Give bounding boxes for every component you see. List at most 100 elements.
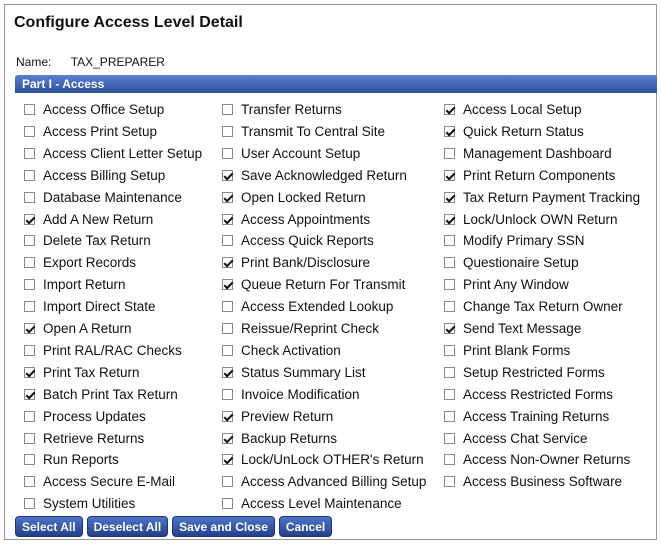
permission-checkbox[interactable] [24, 475, 35, 487]
permission-checkbox[interactable] [444, 125, 455, 137]
permission-checkbox[interactable] [24, 103, 35, 115]
permission-checkbox[interactable] [222, 322, 233, 334]
permission-item[interactable]: Print Any Window [444, 274, 569, 294]
permission-item[interactable]: Access Chat Service [444, 428, 588, 448]
permission-item[interactable]: Check Activation [222, 340, 341, 360]
permission-checkbox[interactable] [222, 147, 233, 159]
permission-item[interactable]: Access Secure E-Mail [24, 471, 175, 491]
permission-checkbox[interactable] [24, 234, 35, 246]
permission-item[interactable]: Print RAL/RAC Checks [24, 340, 182, 360]
permission-item[interactable]: Queue Return For Transmit [222, 274, 405, 294]
permission-checkbox[interactable] [444, 234, 455, 246]
permission-item[interactable]: Save Acknowledged Return [222, 165, 407, 185]
permission-checkbox[interactable] [24, 322, 35, 334]
permission-checkbox[interactable] [24, 300, 35, 312]
permission-checkbox[interactable] [222, 388, 233, 400]
permission-checkbox[interactable] [444, 475, 455, 487]
permission-item[interactable]: Access Training Returns [444, 406, 609, 426]
permission-item[interactable]: Access Extended Lookup [222, 296, 393, 316]
permission-checkbox[interactable] [24, 497, 35, 509]
permission-item[interactable]: Access Level Maintenance [222, 493, 402, 513]
permission-item[interactable]: Transmit To Central Site [222, 121, 385, 141]
permission-item[interactable]: Questionaire Setup [444, 252, 579, 272]
permission-item[interactable]: Access Advanced Billing Setup [222, 471, 426, 491]
permission-item[interactable]: Print Return Components [444, 165, 615, 185]
permission-checkbox[interactable] [222, 300, 233, 312]
permission-checkbox[interactable] [222, 169, 233, 181]
permission-checkbox[interactable] [444, 191, 455, 203]
permission-item[interactable]: Lock/UnLock OTHER's Return [222, 449, 424, 469]
permission-item[interactable]: Access Restricted Forms [444, 384, 613, 404]
permission-checkbox[interactable] [444, 366, 455, 378]
permission-checkbox[interactable] [444, 388, 455, 400]
permission-checkbox[interactable] [24, 213, 35, 225]
permission-item[interactable]: Access Local Setup [444, 99, 582, 119]
permission-item[interactable]: Send Text Message [444, 318, 581, 338]
permission-checkbox[interactable] [444, 410, 455, 422]
permission-item[interactable]: Status Summary List [222, 362, 366, 382]
permission-item[interactable]: Database Maintenance [24, 187, 182, 207]
permission-item[interactable]: Run Reports [24, 449, 119, 469]
permission-item[interactable]: Quick Return Status [444, 121, 584, 141]
permission-checkbox[interactable] [222, 125, 233, 137]
permission-item[interactable]: System Utilities [24, 493, 135, 513]
permission-checkbox[interactable] [444, 344, 455, 356]
permission-item[interactable]: Add A New Return [24, 209, 153, 229]
permission-checkbox[interactable] [222, 475, 233, 487]
permission-item[interactable]: Transfer Returns [222, 99, 342, 119]
permission-checkbox[interactable] [24, 191, 35, 203]
permission-item[interactable]: Access Business Software [444, 471, 622, 491]
permission-checkbox[interactable] [24, 147, 35, 159]
permission-checkbox[interactable] [24, 388, 35, 400]
permission-item[interactable]: Tax Return Payment Tracking [444, 187, 640, 207]
permission-item[interactable]: Retrieve Returns [24, 428, 144, 448]
permission-item[interactable]: Print Blank Forms [444, 340, 570, 360]
permission-item[interactable]: Lock/Unlock OWN Return [444, 209, 618, 229]
permission-checkbox[interactable] [24, 256, 35, 268]
permission-item[interactable]: Access Non-Owner Returns [444, 449, 630, 469]
permission-item[interactable]: Open Locked Return [222, 187, 366, 207]
permission-checkbox[interactable] [222, 366, 233, 378]
select-all-button[interactable]: Select All [15, 516, 83, 537]
permission-checkbox[interactable] [24, 366, 35, 378]
permission-checkbox[interactable] [222, 213, 233, 225]
permission-checkbox[interactable] [222, 256, 233, 268]
permission-item[interactable]: Reissue/Reprint Check [222, 318, 379, 338]
permission-checkbox[interactable] [444, 278, 455, 290]
permission-item[interactable]: Modify Primary SSN [444, 230, 585, 250]
permission-item[interactable]: User Account Setup [222, 143, 360, 163]
permission-item[interactable]: Change Tax Return Owner [444, 296, 623, 316]
permission-checkbox[interactable] [444, 322, 455, 334]
permission-item[interactable]: Batch Print Tax Return [24, 384, 178, 404]
permission-item[interactable]: Import Return [24, 274, 126, 294]
permission-checkbox[interactable] [444, 300, 455, 312]
permission-checkbox[interactable] [222, 410, 233, 422]
permission-item[interactable]: Access Office Setup [24, 99, 164, 119]
permission-checkbox[interactable] [222, 234, 233, 246]
permission-checkbox[interactable] [24, 125, 35, 137]
permission-item[interactable]: Management Dashboard [444, 143, 612, 163]
permission-checkbox[interactable] [444, 432, 455, 444]
permission-item[interactable]: Print Tax Return [24, 362, 140, 382]
permission-item[interactable]: Delete Tax Return [24, 230, 151, 250]
deselect-all-button[interactable]: Deselect All [86, 516, 169, 537]
permission-item[interactable]: Access Appointments [222, 209, 370, 229]
permission-checkbox[interactable] [222, 103, 233, 115]
cancel-button[interactable]: Cancel [278, 516, 333, 537]
permission-checkbox[interactable] [444, 453, 455, 465]
permission-item[interactable]: Import Direct State [24, 296, 156, 316]
permission-item[interactable]: Export Records [24, 252, 136, 272]
permission-checkbox[interactable] [24, 344, 35, 356]
permission-checkbox[interactable] [222, 497, 233, 509]
permission-checkbox[interactable] [444, 213, 455, 225]
permission-item[interactable]: Print Bank/Disclosure [222, 252, 370, 272]
permission-checkbox[interactable] [444, 169, 455, 181]
permission-item[interactable]: Access Print Setup [24, 121, 157, 141]
permission-checkbox[interactable] [222, 278, 233, 290]
permission-checkbox[interactable] [444, 103, 455, 115]
permission-item[interactable]: Access Client Letter Setup [24, 143, 202, 163]
permission-item[interactable]: Backup Returns [222, 428, 337, 448]
permission-item[interactable]: Preview Return [222, 406, 333, 426]
permission-checkbox[interactable] [24, 453, 35, 465]
permission-checkbox[interactable] [24, 278, 35, 290]
